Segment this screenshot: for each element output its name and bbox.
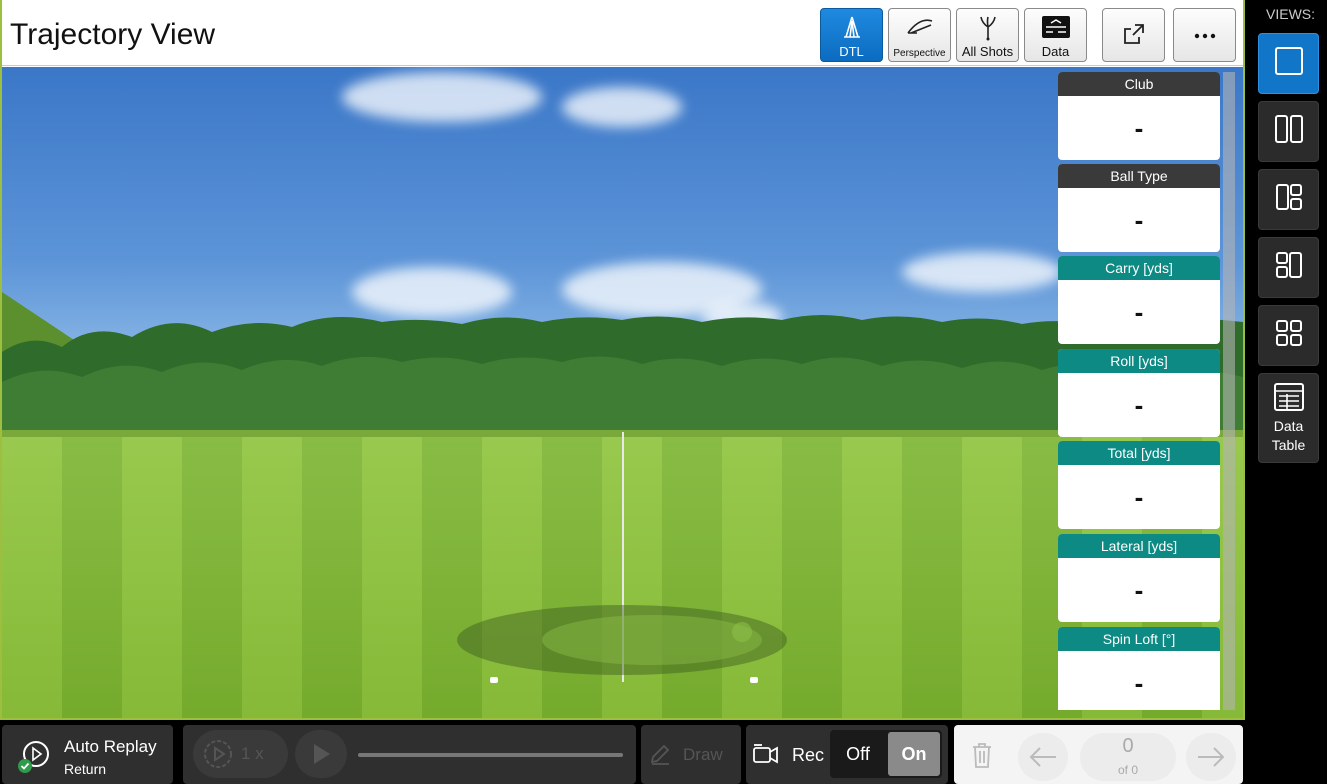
popout-icon: [1121, 21, 1147, 50]
shot-counter: 0 of 0: [1080, 733, 1176, 781]
playback-progress-track[interactable]: [358, 753, 623, 757]
trajectory-panel: Trajectory View DTL Perspective All Shot…: [0, 0, 1245, 720]
card-value: -: [1134, 575, 1144, 605]
treeline: [2, 292, 1243, 442]
next-shot-button[interactable]: [1186, 733, 1236, 781]
replay-speed-icon: [203, 739, 233, 774]
rec-toggle[interactable]: Off On: [830, 730, 942, 778]
card-value: -: [1134, 113, 1144, 143]
shot-total: of 0: [1117, 763, 1138, 777]
right-large-view-button[interactable]: [1258, 237, 1319, 298]
card-title: Carry [yds]: [1058, 256, 1220, 280]
camera-icon: [752, 742, 780, 771]
quad-layout-icon: [1274, 318, 1304, 353]
left-large-layout-icon: [1274, 182, 1304, 217]
dtl-icon: [839, 15, 865, 44]
perspective-icon: [905, 15, 935, 40]
recording-control: Rec Off On: [746, 725, 948, 784]
quad-view-button[interactable]: [1258, 305, 1319, 366]
single-layout-icon: [1274, 46, 1304, 81]
data-card-club: Club -: [1058, 72, 1220, 160]
all-shots-icon: [977, 15, 999, 44]
shot-count: 0: [1122, 735, 1134, 757]
dtl-button[interactable]: DTL: [820, 8, 883, 62]
data-table-label-line2: Table: [1271, 436, 1306, 453]
popout-button[interactable]: [1102, 8, 1165, 62]
replay-speed-button[interactable]: 1 x: [193, 730, 288, 778]
card-title: Ball Type: [1058, 164, 1220, 188]
data-card-lateral: Lateral [yds] -: [1058, 534, 1220, 622]
data-card-spin-loft: Spin Loft [°] -: [1058, 627, 1220, 710]
auto-replay-title: Auto Replay: [64, 737, 157, 756]
perspective-button[interactable]: Perspective: [888, 8, 951, 62]
rec-off-option[interactable]: Off: [830, 730, 886, 778]
more-button[interactable]: [1173, 8, 1236, 62]
perspective-label: Perspective: [893, 48, 946, 59]
draw-label: Draw: [683, 745, 723, 764]
app-window: Trajectory View DTL Perspective All Shot…: [0, 0, 1327, 784]
replay-speed-label: 1 x: [241, 744, 264, 763]
previous-shot-button[interactable]: [1018, 733, 1068, 781]
play-icon: [312, 743, 332, 770]
split-view-button[interactable]: [1258, 101, 1319, 162]
data-card-ball-type: Ball Type -: [1058, 164, 1220, 252]
bottom-toolbar: Auto Replay Return 1 x Draw Rec Off On 0…: [0, 722, 1327, 784]
all-shots-button[interactable]: All Shots: [956, 8, 1019, 62]
shot-navigation: 0 of 0: [954, 725, 1243, 784]
3d-range-view[interactable]: [2, 67, 1243, 718]
table-icon: [1273, 382, 1305, 417]
card-title: Total [yds]: [1058, 441, 1220, 465]
data-table-view-button[interactable]: Data Table: [1258, 373, 1319, 463]
play-button[interactable]: [295, 730, 347, 778]
tee-marker: [750, 677, 758, 683]
tee-marker: [490, 677, 498, 683]
card-value: -: [1134, 668, 1144, 698]
cloud: [562, 87, 682, 127]
card-title: Roll [yds]: [1058, 349, 1220, 373]
arrow-left-icon: [1028, 745, 1058, 774]
cards-scrollbar[interactable]: [1223, 72, 1235, 710]
card-title: Lateral [yds]: [1058, 534, 1220, 558]
trash-icon[interactable]: [970, 741, 994, 774]
card-title: Spin Loft [°]: [1058, 627, 1220, 651]
panel-header: Trajectory View DTL Perspective All Shot…: [2, 0, 1243, 66]
data-table-label-line1: Data: [1273, 417, 1304, 434]
left-large-view-button[interactable]: [1258, 169, 1319, 230]
playback-controls: 1 x: [183, 725, 636, 784]
rec-label: Rec: [792, 745, 825, 765]
split-layout-icon: [1274, 114, 1304, 149]
dtl-label: DTL: [839, 44, 864, 59]
card-value: -: [1134, 205, 1144, 235]
auto-replay-icon: [14, 738, 54, 779]
data-icon: [1041, 15, 1071, 42]
data-card-roll: Roll [yds] -: [1058, 349, 1220, 437]
all-shots-label: All Shots: [961, 44, 1014, 59]
arrow-right-icon: [1196, 745, 1226, 774]
cloud: [342, 72, 542, 122]
data-button[interactable]: Data: [1024, 8, 1087, 62]
page-title: Trajectory View: [10, 18, 216, 51]
data-cards-panel: Club - Ball Type - Carry [yds] - Roll [y…: [1058, 72, 1222, 710]
card-value: -: [1134, 482, 1144, 512]
card-value: -: [1134, 297, 1144, 327]
more-icon: [1192, 28, 1218, 43]
data-label: Data: [1041, 44, 1070, 59]
cloud: [902, 252, 1062, 292]
draw-button[interactable]: Draw: [641, 725, 741, 784]
auto-replay-subtitle: Return: [64, 761, 107, 777]
rec-on-option[interactable]: On: [888, 732, 940, 776]
auto-replay-button[interactable]: Auto Replay Return: [2, 725, 173, 784]
pencil-icon: [649, 743, 671, 770]
data-card-carry: Carry [yds] -: [1058, 256, 1220, 344]
data-card-total: Total [yds] -: [1058, 441, 1220, 529]
course-logo-icon: [457, 605, 787, 675]
single-view-button[interactable]: [1258, 33, 1319, 94]
card-value: -: [1134, 390, 1144, 420]
right-large-layout-icon: [1274, 250, 1304, 285]
card-title: Club: [1058, 72, 1220, 96]
views-label: VIEWS:: [1266, 6, 1316, 22]
